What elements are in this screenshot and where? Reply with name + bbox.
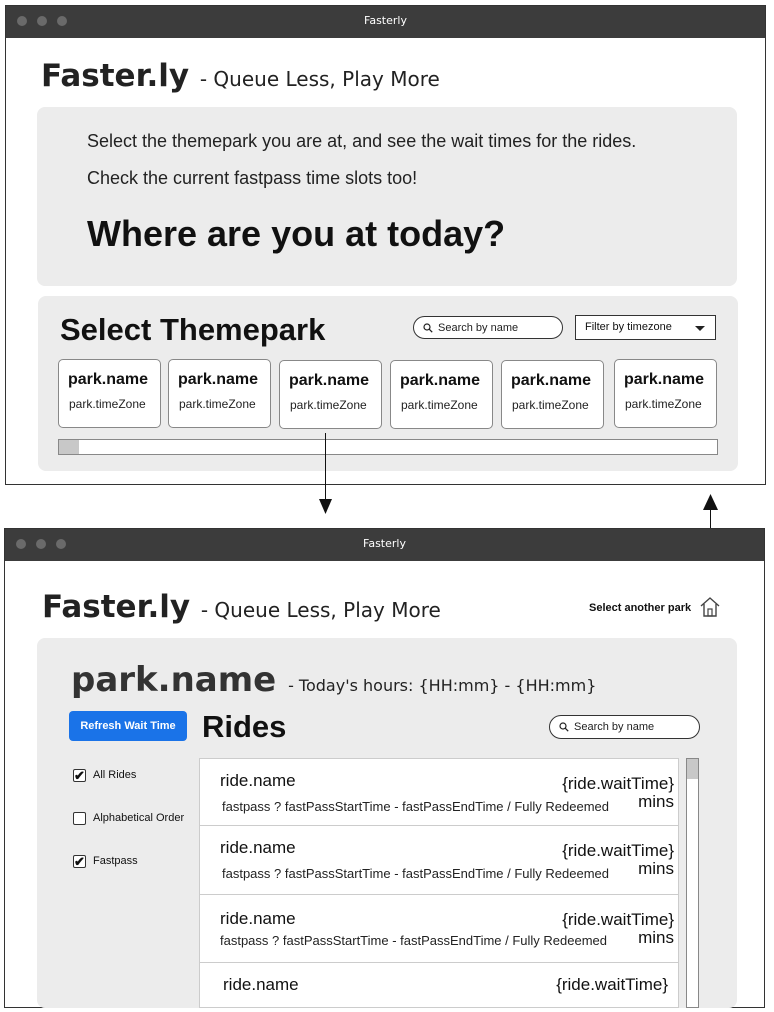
search-icon (559, 722, 569, 732)
ride-wait-unit: mins (638, 859, 674, 878)
tagline: - Queue Less, Play More (200, 598, 441, 622)
rides-vertical-scrollbar[interactable] (686, 758, 699, 1008)
park-title: park.name - Today's hours: {HH:mm} - {HH… (71, 660, 596, 700)
park-selection-window: Fasterly Faster.ly - Queue Less, Play Mo… (5, 5, 766, 485)
park-card[interactable]: park.name park.timeZone (279, 360, 382, 429)
ride-row[interactable]: ride.name {ride.waitTime} mins fastpass … (200, 895, 678, 963)
intro-heading: Where are you at today? (87, 213, 506, 254)
park-timezone: park.timeZone (69, 397, 146, 411)
rides-list: ride.name {ride.waitTime} mins fastpass … (199, 758, 679, 1008)
ride-search-input[interactable]: Search by name (549, 715, 700, 739)
scrollbar-thumb[interactable] (687, 759, 698, 779)
ride-times-panel: park.name - Today's hours: {HH:mm} - {HH… (37, 638, 737, 1008)
park-card[interactable]: park.name park.timeZone (614, 359, 717, 428)
arrow-up-icon (703, 494, 718, 510)
ride-fastpass-info: fastpass ? fastPassStartTime - fastPassE… (220, 933, 608, 948)
close-dot-icon[interactable] (16, 539, 26, 549)
maximize-dot-icon[interactable] (56, 539, 66, 549)
filter-label: Alphabetical Order (93, 812, 185, 824)
close-dot-icon[interactable] (17, 16, 27, 26)
ride-fastpass-info: fastpass ? fastPassStartTime - fastPassE… (222, 799, 610, 814)
ride-wait-unit: mins (638, 792, 674, 811)
minimize-dot-icon[interactable] (36, 539, 46, 549)
search-placeholder: Search by name (574, 721, 655, 733)
select-themepark-panel: Select Themepark Search by name Filter b… (38, 296, 738, 471)
window-title: Fasterly (364, 14, 407, 27)
timezone-filter-label: Filter by timezone (585, 321, 672, 333)
ride-wait-time: {ride.waitTime} (562, 841, 674, 860)
park-name-heading: park.name (71, 660, 277, 700)
park-name: park.name (511, 372, 592, 389)
flow-arrow-down-line (325, 433, 326, 501)
park-timezone: park.timeZone (290, 398, 367, 412)
select-themepark-title: Select Themepark (60, 312, 326, 347)
checkbox[interactable]: ✔ (73, 769, 86, 782)
tagline: - Queue Less, Play More (199, 67, 440, 91)
filter-label: All Rides (93, 769, 137, 781)
ride-times-window: Fasterly Faster.ly - Queue Less, Play Mo… (4, 528, 765, 1008)
logo-text: Faster.ly (41, 58, 190, 94)
home-icon[interactable] (700, 596, 720, 618)
rides-title: Rides (202, 709, 287, 744)
scrollbar-thumb[interactable] (59, 440, 79, 454)
window-titlebar: Fasterly (6, 6, 765, 38)
park-horizontal-scrollbar[interactable] (58, 439, 718, 455)
ride-fastpass-info: fastpass ? fastPassStartTime - fastPassE… (222, 866, 610, 881)
ride-wait-time: {ride.waitTime} (562, 774, 674, 793)
park-card[interactable]: park.name park.timeZone (390, 360, 493, 429)
select-another-park-link[interactable]: Select another park (589, 602, 691, 614)
chevron-down-icon (695, 326, 705, 331)
park-name: park.name (400, 372, 481, 389)
park-name: park.name (289, 372, 370, 389)
logo-text: Faster.ly (42, 589, 191, 625)
park-name: park.name (624, 371, 705, 388)
park-timezone: park.timeZone (179, 397, 256, 411)
search-placeholder: Search by name (438, 322, 519, 334)
checkbox[interactable]: ✔ (73, 855, 86, 868)
park-card[interactable]: park.name park.timeZone (501, 360, 604, 429)
park-hours: - Today's hours: {HH:mm} - {HH:mm} (288, 676, 597, 695)
checkbox[interactable] (73, 812, 86, 825)
timezone-filter-dropdown[interactable]: Filter by timezone (575, 315, 716, 340)
intro-text-1: Select the themepark you are at, and see… (87, 131, 637, 151)
ride-wait-time: {ride.waitTime} (556, 975, 668, 994)
ride-name: ride.name (220, 771, 296, 790)
park-name: park.name (178, 371, 259, 388)
filter-label: Fastpass (93, 855, 138, 867)
intro-text-2: Check the current fastpass time slots to… (87, 168, 418, 188)
ride-wait-time: {ride.waitTime} (562, 910, 674, 929)
ride-row[interactable]: ride.name {ride.waitTime} (200, 963, 678, 1007)
park-timezone: park.timeZone (625, 397, 702, 411)
maximize-dot-icon[interactable] (57, 16, 67, 26)
park-search-input[interactable]: Search by name (413, 316, 563, 339)
app-logo: Faster.ly - Queue Less, Play More (42, 589, 441, 625)
ride-name: ride.name (220, 909, 296, 928)
ride-row[interactable]: ride.name {ride.waitTime} mins fastpass … (200, 759, 678, 826)
app-logo: Faster.ly - Queue Less, Play More (41, 58, 440, 94)
ride-name: ride.name (220, 838, 296, 857)
park-name: park.name (68, 371, 149, 388)
search-icon (423, 323, 433, 333)
arrow-down-icon (319, 499, 332, 514)
window-titlebar: Fasterly (5, 529, 764, 561)
ride-wait-unit: mins (638, 928, 674, 947)
window-title: Fasterly (363, 537, 406, 550)
intro-panel: Select the themepark you are at, and see… (37, 107, 737, 286)
park-card[interactable]: park.name park.timeZone (168, 359, 271, 428)
ride-name: ride.name (223, 975, 299, 994)
park-timezone: park.timeZone (401, 398, 478, 412)
park-timezone: park.timeZone (512, 398, 589, 412)
refresh-wait-time-button[interactable]: Refresh Wait Time (69, 711, 187, 741)
park-card[interactable]: park.name park.timeZone (58, 359, 161, 428)
ride-row[interactable]: ride.name {ride.waitTime} mins fastpass … (200, 826, 678, 895)
minimize-dot-icon[interactable] (37, 16, 47, 26)
